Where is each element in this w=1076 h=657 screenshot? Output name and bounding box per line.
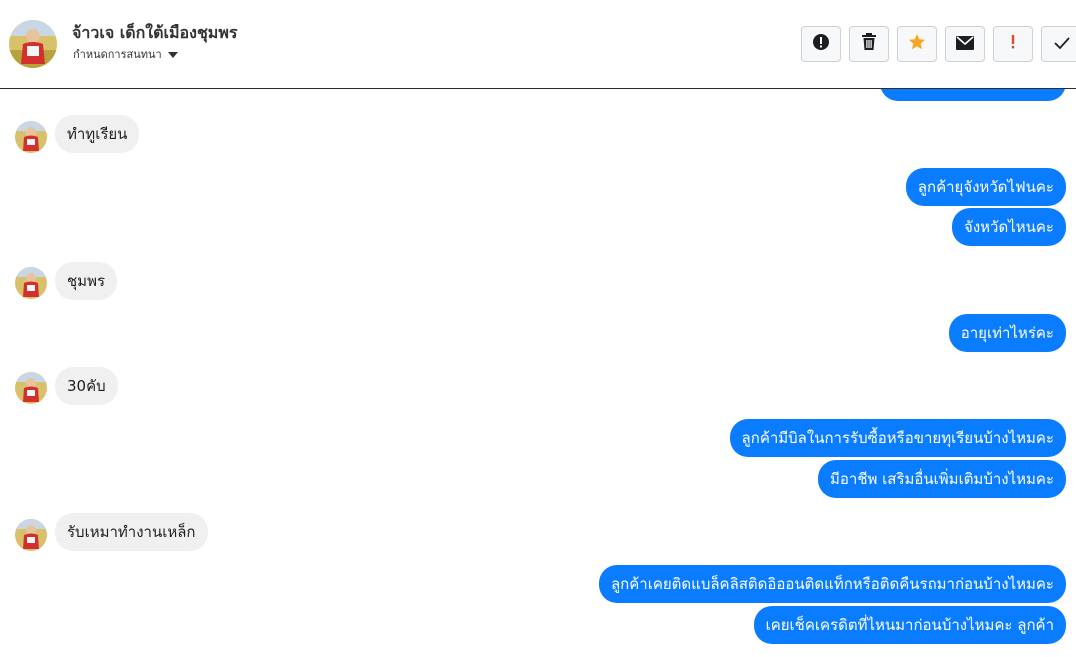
assign-label: กำหนดการสนทนา <box>73 48 162 61</box>
message-incoming[interactable]: 30คับ <box>55 367 118 405</box>
message-outgoing[interactable]: ลูกค้ายุจังหวัดไฟนคะ <box>905 168 1066 206</box>
caret-down-icon <box>167 51 178 58</box>
contact-avatar[interactable] <box>9 20 57 68</box>
message-outgoing[interactable]: จังหวัดไหนคะ <box>952 208 1066 246</box>
message-outgoing[interactable]: เคยเช็คเครดิตที่ไหนมาก่อนบ้างไหมคะ ลูกค้… <box>753 606 1066 644</box>
alert-circle-icon <box>812 33 830 55</box>
message-outgoing[interactable]: มีอาชีพ เสริมอื่นเพิ่มเติมบ้างไหมคะ <box>818 460 1066 498</box>
exclamation-icon <box>1010 33 1016 55</box>
sender-avatar[interactable] <box>15 267 47 299</box>
assign-conversation-dropdown[interactable]: กำหนดการสนทนา <box>73 45 178 63</box>
sender-avatar[interactable] <box>15 121 47 153</box>
star-button[interactable] <box>897 26 937 62</box>
mark-done-button[interactable] <box>1041 26 1076 62</box>
trash-icon <box>861 33 877 55</box>
mark-unread-button[interactable] <box>945 26 985 62</box>
message-outgoing[interactable]: ลูกค้ามีบิลในการรับซื้อหรือขายทุเรียนบ้า… <box>729 419 1066 457</box>
toolbar <box>801 26 1076 62</box>
delete-button[interactable] <box>849 26 889 62</box>
mark-important-button[interactable] <box>993 26 1033 62</box>
sender-avatar[interactable] <box>15 519 47 551</box>
message-incoming[interactable]: ทำทูเรียน <box>55 115 140 153</box>
conversation-header: จ้าวเจ เด็กใต้เมืองชุมพร กำหนดการสนทนา <box>0 0 1076 89</box>
message-incoming[interactable]: รับเหมาทำงานเหล็ก <box>55 513 208 551</box>
message-outgoing[interactable] <box>880 89 1066 101</box>
check-icon <box>1053 35 1070 54</box>
contact-name: จ้าวเจ เด็กใต้เมืองชุมพร <box>72 23 238 42</box>
envelope-icon <box>956 35 974 54</box>
sender-avatar[interactable] <box>15 372 47 404</box>
message-incoming[interactable]: ชุมพร <box>55 262 118 300</box>
message-outgoing[interactable]: อายุเท่าไหร่คะ <box>948 314 1066 352</box>
message-thread[interactable]: ทำทูเรียน ลูกค้ายุจังหวัดไฟนคะ จังหวัดไห… <box>0 89 1076 657</box>
mark-spam-button[interactable] <box>801 26 841 62</box>
star-icon <box>908 33 926 55</box>
message-outgoing[interactable]: ลูกค้าเคยติดแบล็คลิสติดอิออนติดแท็กหรือต… <box>598 565 1066 603</box>
